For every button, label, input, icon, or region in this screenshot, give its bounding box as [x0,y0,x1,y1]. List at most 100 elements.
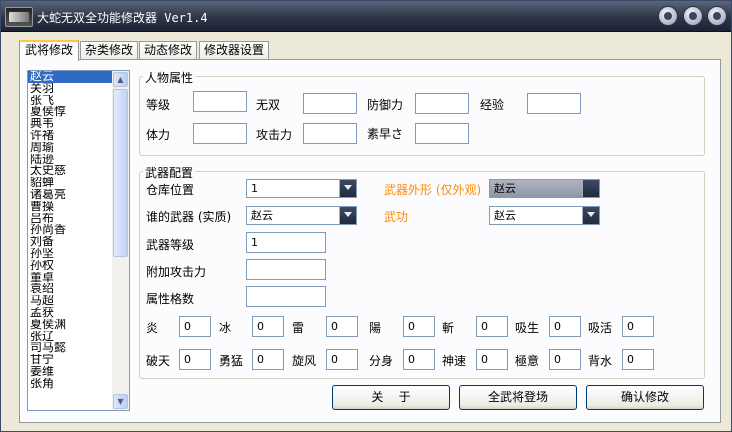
list-item[interactable]: 典韦 [28,118,112,130]
list-item[interactable]: 董卓 [28,272,112,284]
element-input[interactable]: 0 [403,316,435,337]
list-item[interactable]: 关羽 [28,83,112,95]
list-item[interactable]: 陆逊 [28,154,112,166]
element-label: 斬 [442,321,455,335]
element-label: 勇猛 [219,354,244,368]
list-item[interactable]: 张角 [28,378,112,390]
about-button[interactable]: 关 于 [332,385,450,410]
element-input[interactable]: 0 [252,316,284,337]
element-input[interactable]: 0 [549,316,581,337]
exp-input[interactable] [527,93,581,114]
bonus-attack-label: 附加攻击力 [146,265,207,279]
element-label: 背水 [588,354,613,368]
speed-input[interactable] [415,123,469,144]
element-label: 冰 [219,321,232,335]
chevron-down-icon[interactable] [339,207,356,224]
element-label: 吸生 [515,321,540,335]
title-bar[interactable]: 大蛇无双全功能修改器 Ver1.4 [1,1,731,32]
skill-select-value: 赵云 [494,209,516,222]
list-item[interactable]: 张飞 [28,95,112,107]
element-input[interactable]: 0 [326,349,358,370]
list-item[interactable]: 张辽 [28,331,112,343]
element-input[interactable]: 0 [252,349,284,370]
weapon-level-label: 武器等级 [146,238,195,252]
weapon-level-input[interactable]: 1 [246,232,326,253]
chevron-down-icon[interactable] [339,180,356,197]
scroll-up-button[interactable]: ▲ [113,72,128,87]
list-item[interactable]: 赵云 [28,71,112,83]
close-button[interactable] [707,6,727,26]
list-item[interactable]: 曹操 [28,201,112,213]
list-item[interactable]: 吕布 [28,213,112,225]
element-input[interactable]: 0 [549,349,581,370]
element-input[interactable]: 0 [326,316,358,337]
list-item[interactable]: 司马懿 [28,342,112,354]
list-item[interactable]: 姜维 [28,366,112,378]
window-title: 大蛇无双全功能修改器 Ver1.4 [37,11,208,25]
element-label: 極意 [515,354,540,368]
list-scrollbar[interactable]: ▲ ▼ [112,71,129,410]
list-item[interactable]: 甘宁 [28,354,112,366]
element-input[interactable]: 0 [403,349,435,370]
defense-input[interactable] [415,93,469,114]
confirm-button[interactable]: 确认修改 [586,385,704,410]
skill-select[interactable]: 赵云 [489,206,600,225]
chevron-down-icon[interactable] [582,207,599,224]
attack-label: 攻击力 [256,128,293,142]
list-item[interactable]: 孙坚 [28,248,112,260]
attributes-group [139,76,705,156]
list-item[interactable]: 袁绍 [28,283,112,295]
bonus-attack-input[interactable] [246,259,326,280]
scroll-down-button[interactable]: ▼ [113,394,128,409]
element-input[interactable]: 0 [179,316,211,337]
character-list[interactable]: 赵云 关羽 张飞 夏侯惇 典韦 许褚 周瑜 陆逊 太史慈 貂蝉 诸葛亮 曹操 吕布 孙尚香 刘备 孙坚 孙权 董卓… [27,70,130,411]
slot-select[interactable]: 1 [246,179,357,198]
list-item[interactable]: 刘备 [28,236,112,248]
list-item[interactable]: 孟获 [28,307,112,319]
element-label: 雷 [292,321,305,335]
list-item[interactable]: 孙尚香 [28,224,112,236]
element-input[interactable]: 0 [622,316,654,337]
attributes-group-title: 人物属性 [143,69,196,86]
weapon-group [139,171,705,379]
defense-label: 防御力 [367,98,404,112]
element-input[interactable]: 0 [476,316,508,337]
speed-label: 素早さ [367,127,404,141]
level-label: 等级 [146,98,171,112]
weapon-group-title: 武器配置 [143,164,196,181]
tab-misc-edit[interactable]: 杂类修改 [80,41,138,60]
attr-slots-input[interactable] [246,286,326,307]
minimize-button[interactable] [658,6,678,26]
list-item[interactable]: 许褚 [28,130,112,142]
list-item[interactable]: 孙权 [28,260,112,272]
main-window: 大蛇无双全功能修改器 Ver1.4 武将修改 杂类修改 动态修改 修改器设置 赵… [0,0,732,432]
list-item[interactable]: 夏侯渊 [28,319,112,331]
element-input[interactable]: 0 [179,349,211,370]
owner-select[interactable]: 赵云 [246,206,357,225]
dropdown-button-icon[interactable] [582,180,599,197]
tab-dynamic-edit[interactable]: 动态修改 [139,41,197,60]
slot-label: 仓库位置 [146,183,195,197]
element-input[interactable]: 0 [622,349,654,370]
attack-input[interactable] [303,123,357,144]
list-item[interactable]: 夏侯惇 [28,106,112,118]
all-generals-button[interactable]: 全武将登场 [459,385,577,410]
list-item[interactable]: 诸葛亮 [28,189,112,201]
element-label: 陽 [369,321,382,335]
hp-input[interactable] [193,123,247,144]
musou-input[interactable] [303,93,357,114]
level-input[interactable] [193,91,247,112]
appearance-select[interactable]: 赵云 [489,179,600,198]
tab-settings[interactable]: 修改器设置 [199,41,269,60]
scroll-thumb[interactable] [113,89,128,257]
appearance-select-value: 赵云 [494,182,516,195]
list-item[interactable]: 周瑜 [28,142,112,154]
list-item[interactable]: 太史慈 [28,165,112,177]
tab-general-edit[interactable]: 武将修改 [19,40,79,61]
list-item[interactable]: 貂蝉 [28,177,112,189]
list-item[interactable]: 马超 [28,295,112,307]
element-label: 分身 [369,354,394,368]
app-icon [5,7,33,27]
maximize-button[interactable] [683,6,703,26]
element-input[interactable]: 0 [476,349,508,370]
